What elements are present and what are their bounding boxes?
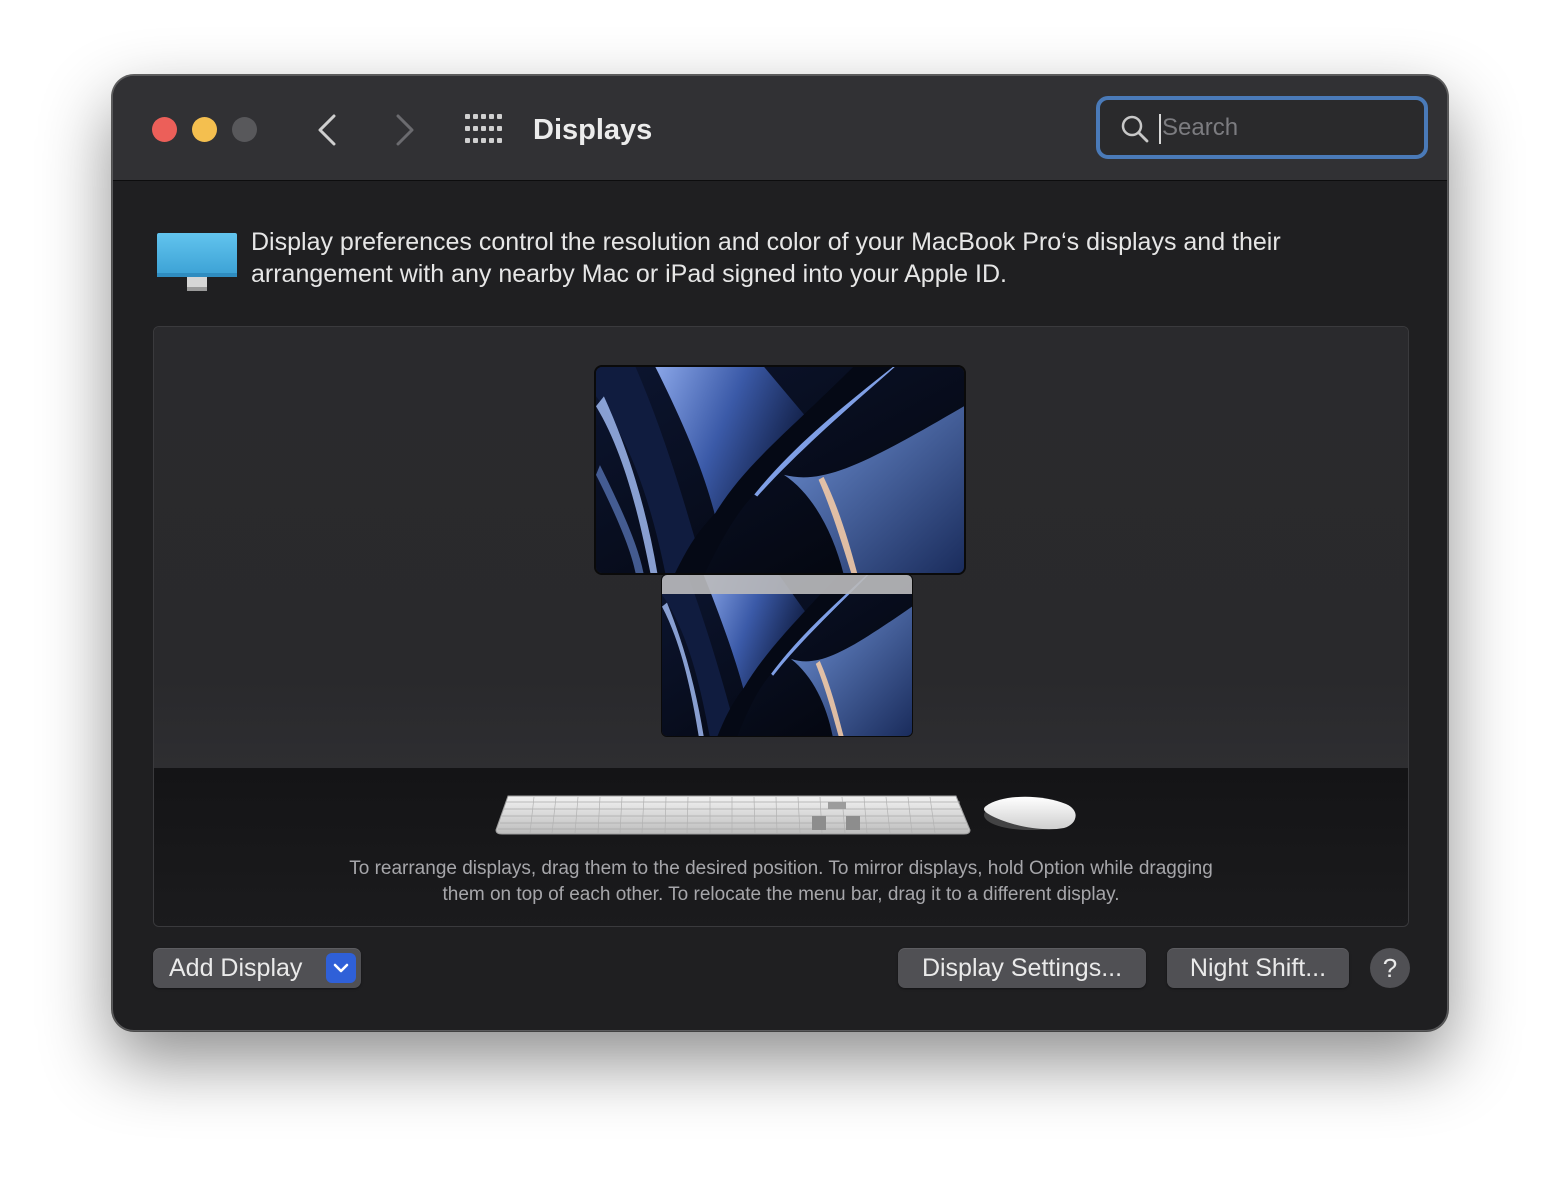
close-icon[interactable]: [152, 117, 177, 142]
arrangement-hint: To rearrange displays, drag them to the …: [154, 856, 1408, 908]
magnifier-icon: [1121, 115, 1149, 143]
display-builtin[interactable]: [661, 574, 913, 737]
keyboard-icon: [495, 795, 971, 835]
window-title: Displays: [533, 114, 653, 146]
titlebar: Displays: [113, 76, 1447, 181]
wallpaper: [662, 575, 912, 736]
arrangement-canvas: [154, 327, 1408, 768]
search-field[interactable]: [1096, 96, 1428, 159]
add-display-label: Add Display: [169, 954, 303, 982]
display-icon: [157, 233, 237, 291]
grid-icon[interactable]: [465, 114, 503, 144]
intro-description: Display preferences control the resoluti…: [251, 228, 1281, 288]
minimize-icon[interactable]: [192, 117, 217, 142]
text-caret: [1159, 114, 1161, 144]
display-settings-button[interactable]: Display Settings...: [898, 948, 1146, 988]
arrangement-area: To rearrange displays, drag them to the …: [153, 326, 1409, 927]
help-button[interactable]: ?: [1370, 948, 1410, 988]
chevron-left-icon[interactable]: [309, 110, 349, 150]
displays-window: Displays Display preferences control the…: [112, 75, 1448, 1031]
zoom-icon: [232, 117, 257, 142]
display-external[interactable]: [594, 365, 966, 575]
chevron-right-icon: [396, 114, 414, 146]
search-input[interactable]: [1162, 110, 1402, 146]
chevron-down-icon: [326, 953, 356, 983]
mouse-icon: [984, 796, 1076, 830]
hint-line-2: them on top of each other. To relocate t…: [442, 884, 1120, 905]
night-shift-button[interactable]: Night Shift...: [1167, 948, 1349, 988]
add-display-button[interactable]: Add Display: [153, 948, 361, 988]
hint-line-1: To rearrange displays, drag them to the …: [349, 858, 1213, 879]
desk-area: To rearrange displays, drag them to the …: [154, 768, 1408, 926]
wallpaper: [596, 367, 964, 573]
menu-bar-handle[interactable]: [662, 575, 912, 594]
